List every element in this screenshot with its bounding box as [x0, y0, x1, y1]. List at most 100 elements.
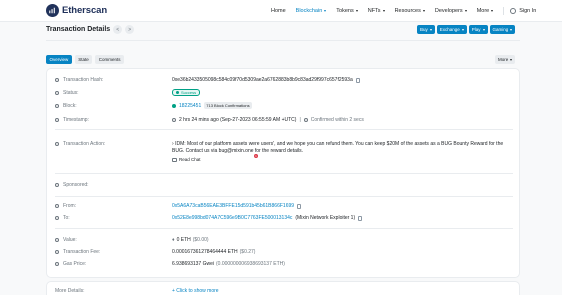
help-icon — [55, 262, 59, 266]
copy-icon[interactable] — [355, 77, 360, 83]
sponsored-label-text: Sponsored: — [63, 182, 89, 188]
show-more-link[interactable]: + Click to show more — [172, 288, 219, 294]
main-nav: Home Blockchain Tokens NFTs Resources Develop… — [271, 7, 536, 15]
hash-text[interactable]: 0xe36b2433505098c584c09f70d5309ae2a67628… — [172, 77, 353, 83]
nav-item-label: Blockchain — [295, 8, 323, 14]
chevron-down-icon — [461, 28, 464, 31]
more-details-link[interactable]: + Click to show more — [172, 288, 219, 294]
to-address-tag: (Mixin Network Exploiter 1) — [295, 215, 356, 221]
ethereum-icon: ♦ — [172, 237, 175, 243]
more-details-card: More Details: + Click to show more — [46, 281, 520, 295]
block-link[interactable]: 18225451 — [179, 103, 201, 109]
nav-item-label: Developers — [434, 8, 463, 14]
gas-amount: 6.938693137 Gwei — [172, 261, 214, 267]
value-amount: 0 ETH — [176, 237, 191, 243]
sign-in-button[interactable]: Sign In — [510, 8, 536, 14]
help-icon — [55, 183, 59, 187]
section-divider — [55, 173, 513, 174]
help-icon — [55, 250, 59, 254]
chevron-down-icon — [510, 58, 513, 61]
copy-icon[interactable] — [358, 215, 363, 221]
more-button[interactable]: More — [495, 55, 516, 64]
header-action-buttons: Buy Exchange Play Gaming — [417, 25, 517, 34]
nav-item-label: NFTs — [367, 8, 381, 14]
to-label: To: — [55, 215, 70, 221]
nav-item-blockchain[interactable]: Blockchain — [296, 8, 327, 14]
help-icon — [55, 142, 59, 146]
nav-divider — [503, 7, 505, 15]
nav-item-label: Resources — [394, 8, 421, 14]
timestamp-text: 2 hrs 24 mins ago (Sep-27-2023 06:55:59 … — [179, 117, 297, 123]
nav-item-label: Home — [271, 8, 286, 14]
buy-button[interactable]: Buy — [417, 25, 435, 34]
help-icon — [55, 91, 59, 95]
separator: | — [299, 117, 301, 123]
help-icon — [55, 216, 59, 220]
more-button-label: More — [498, 57, 509, 62]
action-button-label: Gaming — [492, 27, 509, 32]
tab-state[interactable]: State — [74, 55, 93, 64]
tab-bar: Overview State Comments — [46, 55, 127, 64]
gaming-button[interactable]: Gaming — [489, 25, 516, 34]
fee-amount: 0.000167361278464444 ETH — [172, 249, 238, 255]
gas-value: 6.938693137 Gwei (0.000000006938693137 ET… — [172, 261, 285, 267]
help-icon — [55, 204, 59, 208]
nav-item-more[interactable]: More — [477, 8, 494, 14]
fee-value: 0.000167361278464444 ETH ($0.27) — [172, 249, 255, 255]
nav-item-tokens[interactable]: Tokens — [336, 8, 358, 14]
hash-label-text: Transaction Hash: — [63, 77, 104, 83]
sponsored-label: Sponsored: — [55, 182, 89, 188]
value-usd: ($0.00) — [192, 237, 209, 243]
brand-logo[interactable]: Etherscan — [46, 4, 107, 17]
value-value: ♦ 0 ETH ($0.00) — [172, 237, 209, 243]
tab-overview[interactable]: Overview — [46, 55, 72, 64]
block-label: Block: — [55, 103, 77, 109]
play-button[interactable]: Play — [468, 25, 488, 34]
to-value: 0x52E8e998bd074A7C596e9B0C7763FE50001313… — [172, 215, 363, 221]
top-navbar: Etherscan Home Blockchain Tokens NFTs Resour… — [0, 0, 562, 22]
brand-name: Etherscan — [62, 5, 108, 16]
chevron-down-icon — [324, 10, 327, 12]
action-message: IDM: Most of our platform assets were us… — [172, 141, 504, 154]
to-label-text: To: — [63, 215, 70, 221]
next-tx-button[interactable]: > — [125, 25, 135, 34]
hash-label: Transaction Hash: — [55, 77, 103, 83]
from-address-link[interactable]: 0x5A6A73caB56EAE3BFFE15d591b45b61B866F16… — [172, 203, 294, 209]
nav-item-label: More — [476, 8, 490, 14]
help-icon — [55, 78, 59, 82]
prev-tx-button[interactable]: < — [113, 25, 123, 34]
read-chat-button[interactable]: Read Chat — [172, 157, 201, 162]
tab-comments[interactable]: Comments — [95, 55, 125, 64]
status-value: Success — [172, 89, 201, 96]
fee-label-text: Transaction Fee: — [63, 249, 101, 255]
action-label-text: Transaction Action: — [63, 141, 106, 147]
gas-label: Gas Price: — [55, 261, 86, 267]
nav-item-developers[interactable]: Developers — [435, 8, 467, 14]
help-icon — [55, 104, 59, 108]
status-label-text: Status: — [63, 90, 79, 96]
to-address-link[interactable]: 0x52E8e998bd074A7C596e9B0C7763FE50001313… — [172, 215, 292, 221]
chevron-down-icon — [482, 28, 485, 31]
notification-badge: 1 — [254, 154, 258, 158]
status-badge: Success — [172, 89, 201, 96]
nav-item-nfts[interactable]: NFTs — [368, 8, 385, 14]
section-divider — [55, 196, 513, 197]
user-icon — [510, 8, 517, 14]
value-label-text: Value: — [63, 237, 77, 243]
block-label-text: Block: — [63, 103, 77, 109]
from-value: 0x5A6A73caB56EAE3BFFE15d591b45b61B866F16… — [172, 203, 302, 209]
page-title: Transaction Details — [46, 26, 111, 33]
timestamp-label: Timestamp: — [55, 117, 89, 123]
clock-icon — [303, 118, 308, 122]
fee-usd: ($0.27) — [239, 249, 256, 255]
nav-item-resources[interactable]: Resources — [395, 8, 425, 14]
exchange-button[interactable]: Exchange — [436, 25, 467, 34]
copy-icon[interactable] — [297, 203, 302, 209]
nav-item-home[interactable]: Home — [271, 8, 286, 14]
help-icon — [55, 118, 59, 122]
chat-icon — [172, 157, 177, 162]
confirmations-badge: 713 Block Confirmations — [204, 102, 252, 109]
more-details-text: More Details: — [55, 288, 85, 294]
section-divider — [55, 228, 513, 229]
etherscan-logo-icon — [46, 4, 59, 17]
